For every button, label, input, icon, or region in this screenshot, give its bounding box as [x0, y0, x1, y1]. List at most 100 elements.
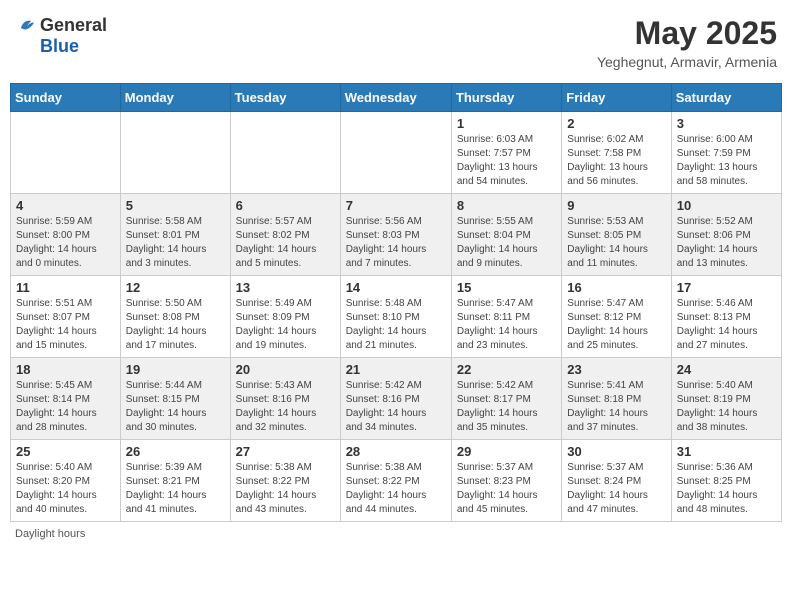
day-info: Sunrise: 5:47 AM Sunset: 8:12 PM Dayligh…: [567, 297, 665, 353]
day-number: 12: [126, 280, 225, 295]
day-number: 1: [457, 116, 556, 131]
logo-general-text: General: [40, 16, 107, 36]
day-number: 2: [567, 116, 665, 131]
calendar-cell: 16 Sunrise: 5:47 AM Sunset: 8:12 PM Dayli…: [562, 276, 671, 358]
day-info: Sunrise: 5:37 AM Sunset: 8:23 PM Dayligh…: [457, 461, 556, 517]
calendar-cell: 30 Sunrise: 5:37 AM Sunset: 8:24 PM Dayli…: [562, 440, 671, 522]
day-number: 30: [567, 444, 665, 459]
calendar-cell: 24 Sunrise: 5:40 AM Sunset: 8:19 PM Dayli…: [671, 358, 781, 440]
day-info: Sunrise: 5:59 AM Sunset: 8:00 PM Dayligh…: [16, 215, 115, 271]
calendar-cell: 7 Sunrise: 5:56 AM Sunset: 8:03 PM Daylig…: [340, 194, 451, 276]
day-number: 9: [567, 198, 665, 213]
calendar-cell: 13Sunrise: 5:49 AM Sunset: 8:09 PM Dayli…: [230, 276, 340, 358]
day-info: Sunrise: 5:55 AM Sunset: 8:04 PM Dayligh…: [457, 215, 556, 271]
day-info: Sunrise: 5:40 AM Sunset: 8:19 PM Dayligh…: [677, 379, 776, 435]
day-number: 11: [16, 280, 115, 295]
calendar-cell: 5Sunrise: 5:58 AM Sunset: 8:01 PM Daylig…: [120, 194, 230, 276]
day-header-sunday: Sunday: [11, 84, 121, 112]
day-number: 3: [677, 116, 776, 131]
calendar-cell: 15 Sunrise: 5:47 AM Sunset: 8:11 PM Dayli…: [451, 276, 561, 358]
calendar-cell: 14 Sunrise: 5:48 AM Sunset: 8:10 PM Dayli…: [340, 276, 451, 358]
day-info: Sunrise: 5:50 AM Sunset: 8:08 PM Dayligh…: [126, 297, 225, 353]
day-header-monday: Monday: [120, 84, 230, 112]
daylight-label: Daylight hours: [15, 528, 85, 540]
calendar-cell: 29 Sunrise: 5:37 AM Sunset: 8:23 PM Dayli…: [451, 440, 561, 522]
calendar-week-5: 25 Sunrise: 5:40 AM Sunset: 8:20 PM Dayli…: [11, 440, 782, 522]
calendar-cell: 19 Sunrise: 5:44 AM Sunset: 8:15 PM Dayli…: [120, 358, 230, 440]
day-info: Sunrise: 5:39 AM Sunset: 8:21 PM Dayligh…: [126, 461, 225, 517]
day-number: 25: [16, 444, 115, 459]
day-info: Sunrise: 5:49 AM Sunset: 8:09 PM Dayligh…: [236, 297, 335, 353]
day-info: Sunrise: 6:00 AM Sunset: 7:59 PM Dayligh…: [677, 133, 776, 189]
day-info: Sunrise: 5:51 AM Sunset: 8:07 PM Dayligh…: [16, 297, 115, 353]
day-number: 22: [457, 362, 556, 377]
day-number: 29: [457, 444, 556, 459]
calendar: SundayMondayTuesdayWednesdayThursdayFrid…: [10, 83, 782, 522]
day-info: Sunrise: 5:56 AM Sunset: 8:03 PM Dayligh…: [346, 215, 446, 271]
main-title: May 2025: [597, 15, 777, 52]
calendar-cell: [340, 112, 451, 194]
day-info: Sunrise: 5:36 AM Sunset: 8:25 PM Dayligh…: [677, 461, 776, 517]
day-info: Sunrise: 6:02 AM Sunset: 7:58 PM Dayligh…: [567, 133, 665, 189]
calendar-cell: 6 Sunrise: 5:57 AM Sunset: 8:02 PM Daylig…: [230, 194, 340, 276]
day-info: Sunrise: 5:42 AM Sunset: 8:17 PM Dayligh…: [457, 379, 556, 435]
calendar-week-2: 4 Sunrise: 5:59 AM Sunset: 8:00 PM Daylig…: [11, 194, 782, 276]
calendar-cell: 25 Sunrise: 5:40 AM Sunset: 8:20 PM Dayli…: [11, 440, 121, 522]
day-info: Sunrise: 5:40 AM Sunset: 8:20 PM Dayligh…: [16, 461, 115, 517]
day-info: Sunrise: 5:53 AM Sunset: 8:05 PM Dayligh…: [567, 215, 665, 271]
day-number: 7: [346, 198, 446, 213]
calendar-cell: 9 Sunrise: 5:53 AM Sunset: 8:05 PM Daylig…: [562, 194, 671, 276]
day-number: 10: [677, 198, 776, 213]
calendar-cell: 22 Sunrise: 5:42 AM Sunset: 8:17 PM Dayli…: [451, 358, 561, 440]
day-number: 28: [346, 444, 446, 459]
calendar-cell: 4 Sunrise: 5:59 AM Sunset: 8:00 PM Daylig…: [11, 194, 121, 276]
day-info: Sunrise: 5:42 AM Sunset: 8:16 PM Dayligh…: [346, 379, 446, 435]
calendar-cell: 27Sunrise: 5:38 AM Sunset: 8:22 PM Dayli…: [230, 440, 340, 522]
day-number: 26: [126, 444, 225, 459]
header: General Blue May 2025 Yeghegnut, Armavir…: [10, 10, 782, 75]
day-number: 19: [126, 362, 225, 377]
day-info: Sunrise: 5:46 AM Sunset: 8:13 PM Dayligh…: [677, 297, 776, 353]
calendar-cell: 11 Sunrise: 5:51 AM Sunset: 8:07 PM Dayli…: [11, 276, 121, 358]
calendar-cell: 3 Sunrise: 6:00 AM Sunset: 7:59 PM Daylig…: [671, 112, 781, 194]
calendar-cell: [120, 112, 230, 194]
calendar-week-1: 1 Sunrise: 6:03 AM Sunset: 7:57 PM Daylig…: [11, 112, 782, 194]
day-number: 21: [346, 362, 446, 377]
day-number: 16: [567, 280, 665, 295]
calendar-cell: 1 Sunrise: 6:03 AM Sunset: 7:57 PM Daylig…: [451, 112, 561, 194]
day-number: 15: [457, 280, 556, 295]
calendar-cell: 31Sunrise: 5:36 AM Sunset: 8:25 PM Dayli…: [671, 440, 781, 522]
day-number: 6: [236, 198, 335, 213]
day-info: Sunrise: 5:38 AM Sunset: 8:22 PM Dayligh…: [236, 461, 335, 517]
day-info: Sunrise: 5:43 AM Sunset: 8:16 PM Dayligh…: [236, 379, 335, 435]
day-number: 5: [126, 198, 225, 213]
day-info: Sunrise: 5:37 AM Sunset: 8:24 PM Dayligh…: [567, 461, 665, 517]
day-info: Sunrise: 5:48 AM Sunset: 8:10 PM Dayligh…: [346, 297, 446, 353]
day-number: 4: [16, 198, 115, 213]
calendar-cell: 2 Sunrise: 6:02 AM Sunset: 7:58 PM Daylig…: [562, 112, 671, 194]
day-info: Sunrise: 6:03 AM Sunset: 7:57 PM Dayligh…: [457, 133, 556, 189]
calendar-cell: 18Sunrise: 5:45 AM Sunset: 8:14 PM Dayli…: [11, 358, 121, 440]
day-header-tuesday: Tuesday: [230, 84, 340, 112]
calendar-cell: 23 Sunrise: 5:41 AM Sunset: 8:18 PM Dayli…: [562, 358, 671, 440]
logo-blue-text: Blue: [40, 37, 79, 57]
day-number: 20: [236, 362, 335, 377]
day-number: 17: [677, 280, 776, 295]
day-info: Sunrise: 5:44 AM Sunset: 8:15 PM Dayligh…: [126, 379, 225, 435]
day-info: Sunrise: 5:57 AM Sunset: 8:02 PM Dayligh…: [236, 215, 335, 271]
day-info: Sunrise: 5:47 AM Sunset: 8:11 PM Dayligh…: [457, 297, 556, 353]
day-number: 24: [677, 362, 776, 377]
day-info: Sunrise: 5:38 AM Sunset: 8:22 PM Dayligh…: [346, 461, 446, 517]
calendar-cell: 12 Sunrise: 5:50 AM Sunset: 8:08 PM Dayli…: [120, 276, 230, 358]
calendar-cell: 20 Sunrise: 5:43 AM Sunset: 8:16 PM Dayli…: [230, 358, 340, 440]
day-header-saturday: Saturday: [671, 84, 781, 112]
day-number: 23: [567, 362, 665, 377]
day-info: Sunrise: 5:52 AM Sunset: 8:06 PM Dayligh…: [677, 215, 776, 271]
day-info: Sunrise: 5:41 AM Sunset: 8:18 PM Dayligh…: [567, 379, 665, 435]
day-number: 14: [346, 280, 446, 295]
footer-note: Daylight hours: [10, 528, 782, 540]
calendar-cell: [230, 112, 340, 194]
logo: General Blue: [15, 15, 107, 57]
day-header-friday: Friday: [562, 84, 671, 112]
day-info: Sunrise: 5:45 AM Sunset: 8:14 PM Dayligh…: [16, 379, 115, 435]
